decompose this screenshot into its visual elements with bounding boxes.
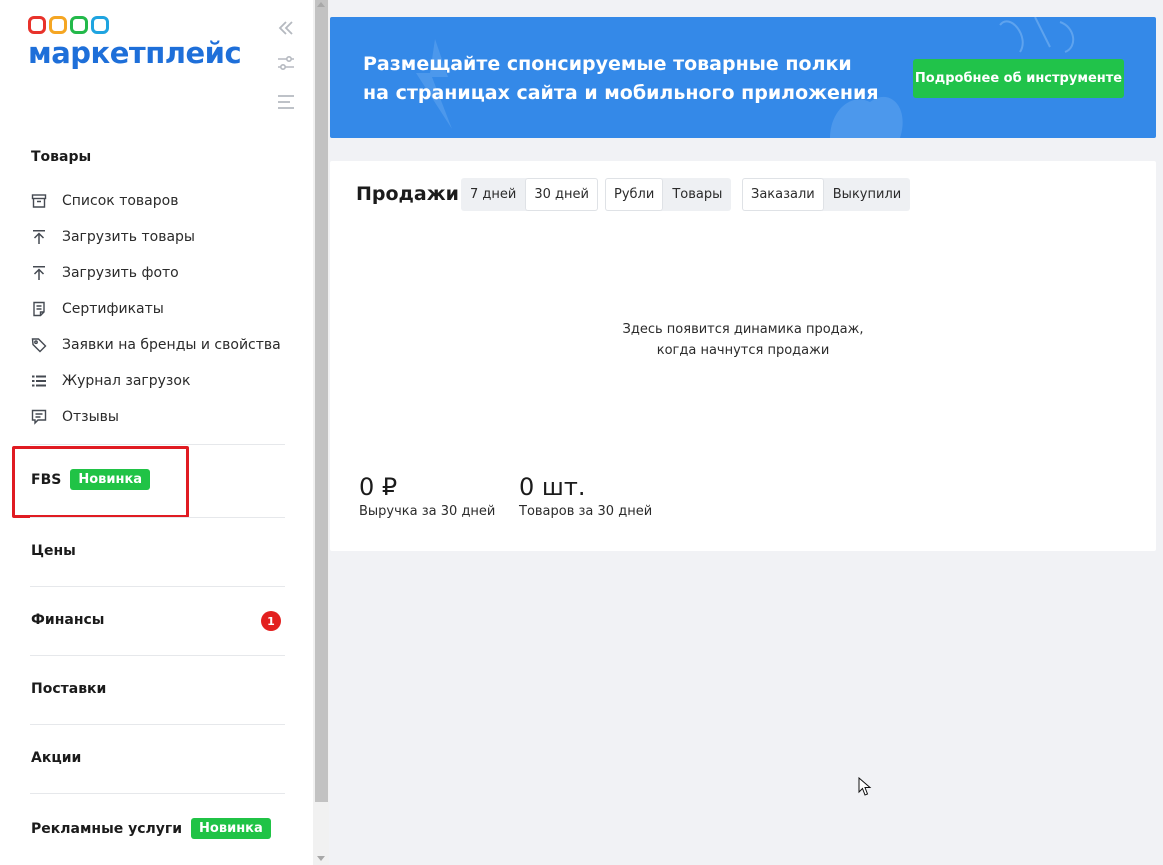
unit-toggle: Рубли Товары	[605, 178, 732, 211]
scroll-down-arrow-icon[interactable]	[317, 856, 325, 861]
sidebar-item-label: Журнал загрузок	[62, 373, 191, 389]
archive-box-icon	[30, 192, 48, 210]
sidebar-item-supplies[interactable]: Поставки	[31, 681, 106, 697]
marketplace-logo[interactable]: маркетплейс	[28, 16, 258, 78]
sidebar-scrollbar-thumb[interactable]	[315, 0, 328, 802]
logo-ring-red	[28, 16, 46, 34]
sidebar-item-ads[interactable]: Рекламные услуги Новинка	[31, 818, 271, 839]
scroll-up-arrow-icon[interactable]	[317, 2, 325, 7]
document-icon	[30, 300, 48, 318]
sidebar-item-label: Загрузить фото	[62, 265, 179, 281]
divider	[30, 793, 285, 794]
sidebar-item-label: Список товаров	[62, 193, 179, 209]
type-toggle: Заказали Выкупили	[742, 178, 911, 211]
upload-arrow-icon	[30, 228, 48, 246]
comment-icon	[30, 408, 48, 426]
divider	[30, 724, 285, 725]
tab-goods[interactable]: Товары	[663, 178, 731, 211]
upload-arrow-icon	[30, 264, 48, 282]
sales-card: Продажи 7 дней 30 дней Рубли Товары Зака…	[330, 161, 1156, 551]
mouse-pointer-icon	[858, 777, 872, 796]
sidebar-item-prices[interactable]: Цены	[31, 543, 76, 559]
logo-text: маркетплейс	[28, 36, 242, 70]
empty-chart-message: Здесь появится динамика продаж, когда на…	[330, 319, 1156, 361]
items-label: Товаров за 30 дней	[519, 504, 653, 519]
sidebar-item-promos[interactable]: Акции	[31, 750, 81, 766]
tab-30-days[interactable]: 30 дней	[525, 178, 598, 211]
sidebar-item-label: Загрузить товары	[62, 229, 195, 245]
sidebar-item-brand-requests[interactable]: Заявки на бренды и свойства	[30, 333, 290, 357]
sidebar-item-label: Заявки на бренды и свойства	[62, 337, 281, 353]
logo-ring-orange	[49, 16, 67, 34]
tab-ordered[interactable]: Заказали	[742, 178, 824, 211]
divider	[30, 586, 285, 587]
banner-line-1: Размещайте спонсируемые товарные полки	[363, 53, 852, 75]
revenue-stat: 0 ₽ Выручка за 30 дней	[359, 471, 495, 519]
sidebar: маркетплейс Товары Список товаров Загруз…	[0, 0, 313, 865]
sidebar-item-label: Отзывы	[62, 409, 119, 425]
menu-lines-icon[interactable]	[276, 93, 296, 111]
learn-more-button[interactable]: Подробнее об инструменте	[913, 59, 1124, 98]
sidebar-item-goods-list[interactable]: Список товаров	[30, 189, 290, 213]
sidebar-item-finance[interactable]: Финансы	[31, 612, 104, 628]
tab-7-days[interactable]: 7 дней	[461, 178, 525, 211]
banner-line-2: на страницах сайта и мобильного приложен…	[363, 82, 879, 104]
section-goods-title[interactable]: Товары	[31, 149, 91, 165]
sidebar-item-upload-log[interactable]: Журнал загрузок	[30, 369, 290, 393]
sidebar-item-upload-photo[interactable]: Загрузить фото	[30, 261, 290, 285]
list-icon	[30, 372, 48, 390]
revenue-value: 0 ₽	[359, 473, 398, 501]
sidebar-item-reviews[interactable]: Отзывы	[30, 405, 290, 429]
items-value: 0 шт.	[519, 473, 586, 501]
banner-text: Размещайте спонсируемые товарные полки н…	[363, 50, 883, 108]
divider	[30, 517, 285, 518]
empty-message-line-2: когда начнутся продажи	[656, 343, 830, 358]
items-stat: 0 шт. Товаров за 30 дней	[519, 471, 652, 519]
sidebar-item-upload-goods[interactable]: Загрузить товары	[30, 225, 290, 249]
tab-bought-out[interactable]: Выкупили	[824, 178, 910, 211]
sidebar-item-label: Сертификаты	[62, 301, 164, 317]
app-root: маркетплейс Товары Список товаров Загруз…	[0, 0, 1163, 865]
sidebar-item-certificates[interactable]: Сертификаты	[30, 297, 290, 321]
tab-rubles[interactable]: Рубли	[605, 178, 664, 211]
settings-sliders-icon[interactable]	[276, 54, 296, 72]
divider	[30, 444, 285, 445]
promo-banner: Размещайте спонсируемые товарные полки н…	[330, 17, 1156, 138]
logo-ring-green	[70, 16, 88, 34]
logo-rings	[28, 16, 258, 34]
divider	[30, 655, 285, 656]
finance-notification-badge: 1	[261, 611, 281, 631]
empty-message-line-1: Здесь появится динамика продаж,	[622, 322, 864, 337]
new-badge: Новинка	[191, 818, 271, 839]
ads-label: Рекламные услуги	[31, 820, 183, 837]
sales-title: Продажи	[356, 183, 459, 205]
logo-ring-blue	[91, 16, 109, 34]
revenue-label: Выручка за 30 дней	[359, 504, 496, 519]
collapse-sidebar-icon[interactable]	[276, 19, 296, 37]
tag-icon	[30, 336, 48, 354]
highlight-annotation-box	[12, 446, 189, 518]
period-toggle: 7 дней 30 дней	[461, 178, 598, 211]
